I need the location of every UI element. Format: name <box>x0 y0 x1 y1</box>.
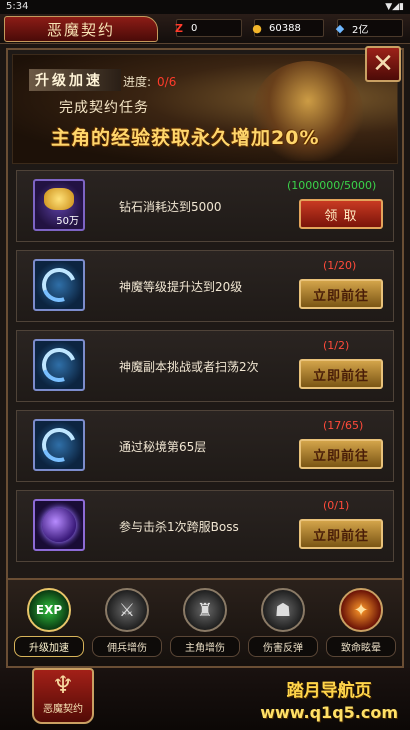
go-now-button[interactable]: 立即前往 <box>299 519 383 549</box>
top-bar: 恶魔契约 Z 0 ● 60388 ◆ 2亿 <box>0 14 410 44</box>
signal-battery-icon: ▼◢▮ <box>385 2 404 12</box>
z-currency-counter: Z 0 <box>175 19 242 37</box>
go-now-button[interactable]: 立即前往 <box>299 359 383 389</box>
z-currency-icon: Z <box>175 21 183 35</box>
task-progress: (1/2) <box>323 339 350 352</box>
banner-tag: 升级加速 <box>29 69 121 91</box>
demon-contract-button[interactable]: ♆ 恶魔契约 <box>32 668 94 724</box>
stun-icon: ✦ <box>339 588 383 632</box>
hero-icon: ♜ <box>183 588 227 632</box>
tab-mercenary-damage[interactable]: ⚔ 佣兵增伤 <box>92 588 162 657</box>
watermark-line2: www.q1q5.com <box>260 703 398 722</box>
task-progress: (1/20) <box>323 259 357 272</box>
task-description: 通过秘境第65层 <box>119 440 207 454</box>
z-currency-value: 0 <box>191 22 198 34</box>
task-row: 通过秘境第65层 (17/65) 立即前往 <box>16 410 394 482</box>
bottom-tab-bar: EXP 升级加速 ⚔ 佣兵增伤 ♜ 主角增伤 ☗ 伤害反弹 ✦ 致命眩晕 <box>8 578 402 666</box>
tab-label: 升级加速 <box>14 636 84 657</box>
blue-swirl-icon <box>33 419 85 471</box>
progress: 进度: 0/6 <box>123 73 176 90</box>
diamond-icon: ◆ <box>335 21 345 35</box>
purple-orb-icon <box>33 499 85 551</box>
progress-label: 进度: <box>123 75 152 89</box>
task-description: 参与击杀1次跨服Boss <box>119 520 239 534</box>
task-row: 50万 钻石消耗达到5000 (1000000/5000) 领 取 <box>16 170 394 242</box>
task-row: 参与击杀1次跨服Boss (0/1) 立即前往 <box>16 490 394 562</box>
page-title: 恶魔契约 <box>4 16 158 42</box>
watermark: 踏月导航页 www.q1q5.com <box>260 676 398 722</box>
diamond-counter: ◆ 2亿 <box>336 19 403 37</box>
task-row: 神魔等级提升达到20级 (1/20) 立即前往 <box>16 250 394 322</box>
blue-swirl-icon <box>33 339 85 391</box>
go-now-button[interactable]: 立即前往 <box>299 439 383 469</box>
demon-contract-label: 恶魔契约 <box>43 704 83 715</box>
watermark-line1: 踏月导航页 <box>286 681 372 701</box>
status-bar: 5:34 ▼◢▮ <box>0 0 410 14</box>
gold-counter: ● 60388 <box>252 19 324 37</box>
diamond-value: 2亿 <box>352 24 369 36</box>
task-description: 钻石消耗达到5000 <box>119 200 222 214</box>
tab-label: 致命眩晕 <box>326 636 396 657</box>
task-list[interactable]: 50万 钻石消耗达到5000 (1000000/5000) 领 取 神魔等级提升… <box>16 170 394 570</box>
gold-ingot-icon: 50万 <box>33 179 85 231</box>
tab-label: 佣兵增伤 <box>92 636 162 657</box>
exp-icon: EXP <box>27 588 71 632</box>
gold-coins-icon: ● <box>252 21 262 35</box>
blue-swirl-icon <box>33 259 85 311</box>
tab-hero-damage[interactable]: ♜ 主角增伤 <box>170 588 240 657</box>
mercenary-icon: ⚔ <box>105 588 149 632</box>
icon-quantity: 50万 <box>56 216 79 227</box>
progress-value: 0/6 <box>157 75 177 89</box>
tab-level-boost[interactable]: EXP 升级加速 <box>14 588 84 657</box>
task-description: 神魔副本挑战或者扫荡2次 <box>119 360 259 374</box>
reflect-icon: ☗ <box>261 588 305 632</box>
tab-damage-reflect[interactable]: ☗ 伤害反弹 <box>248 588 318 657</box>
tab-label: 主角增伤 <box>170 636 240 657</box>
task-row: 神魔副本挑战或者扫荡2次 (1/2) 立即前往 <box>16 330 394 402</box>
tab-fatal-stun[interactable]: ✦ 致命眩晕 <box>326 588 396 657</box>
claim-button[interactable]: 领 取 <box>299 199 383 229</box>
contract-banner: 升级加速 进度: 0/6 完成契约任务 主角的经验获取永久增加20% <box>12 54 398 164</box>
task-progress: (1000000/5000) <box>287 179 377 192</box>
task-description: 神魔等级提升达到20级 <box>119 280 243 294</box>
demon-crest-icon: ♆ <box>52 671 74 699</box>
task-progress: (0/1) <box>323 499 350 512</box>
banner-headline: 主角的经验获取永久增加20% <box>51 127 320 149</box>
go-now-button[interactable]: 立即前往 <box>299 279 383 309</box>
close-button[interactable]: ✕ <box>365 46 401 82</box>
task-progress: (17/65) <box>323 419 364 432</box>
banner-subtitle: 完成契约任务 <box>59 100 149 116</box>
close-icon: ✕ <box>372 49 394 79</box>
tab-label: 伤害反弹 <box>248 636 318 657</box>
gold-value: 60388 <box>269 22 301 34</box>
status-time: 5:34 <box>6 1 29 12</box>
